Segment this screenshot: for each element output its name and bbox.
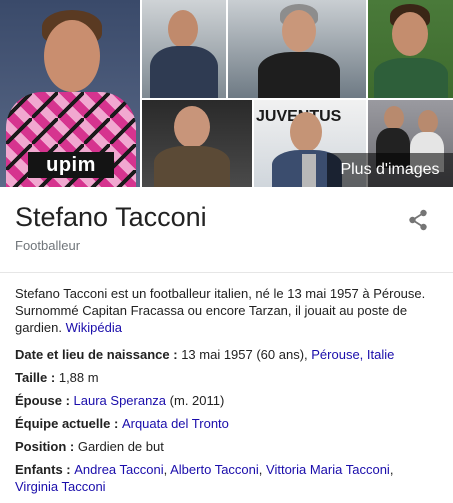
fact-value: (m. 2011) [166,393,225,408]
fact-team: Équipe actuelle : Arquata del Tronto [15,416,229,431]
face [384,106,404,130]
face [174,106,210,148]
torso [374,58,448,98]
child-link[interactable]: Virginia Tacconi [15,479,106,494]
image-thumbnail-2[interactable] [228,0,366,98]
child-link[interactable]: Andrea Tacconi [74,462,163,477]
torso [154,146,230,187]
face [418,110,438,134]
wikipedia-link[interactable]: Wikipédia [66,320,122,335]
knowledge-panel: upim JUVENTUS [0,0,453,503]
main-image[interactable]: upim [0,0,140,187]
torso [150,46,218,98]
fact-label: Équipe actuelle [15,416,111,431]
torso [258,52,340,98]
fact-label: Date et lieu de naissance [15,347,170,362]
divider [0,272,453,273]
image-grid: upim JUVENTUS [0,0,453,187]
child-link[interactable]: Vittoria Maria Tacconi [266,462,390,477]
fact-spouse: Épouse : Laura Speranza (m. 2011) [15,393,225,408]
face [290,112,322,152]
fact-position: Position : Gardien de but [15,439,164,454]
description: Stefano Tacconi est un footballeur itali… [15,285,440,336]
entity-title: Stefano Tacconi [15,202,207,232]
more-images-button[interactable]: Plus d'images [327,153,453,187]
fact-label: Épouse [15,393,62,408]
fact-value: 13 mai 1957 (60 ans), [181,347,312,362]
image-thumbnail-1[interactable] [142,0,226,98]
team-link[interactable]: Arquata del Tronto [122,416,229,431]
fact-value: Gardien de but [77,439,164,454]
image-thumbnail-3[interactable] [368,0,453,98]
spouse-link[interactable]: Laura Speranza [74,393,167,408]
scarf [302,154,316,187]
face [282,10,316,52]
birthplace-link[interactable]: Pérouse, Italie [311,347,394,362]
face [392,12,428,56]
fact-label: Position [15,439,67,454]
jersey-sponsor: upim [28,152,114,178]
fact-label: Enfants [15,462,63,477]
fact-birth: Date et lieu de naissance : 13 mai 1957 … [15,347,395,362]
fact-height: Taille : 1,88 m [15,370,99,385]
fact-children: Enfants : Andrea Tacconi, Alberto Taccon… [15,462,394,494]
share-button[interactable] [404,206,432,234]
fact-label: Taille [15,370,48,385]
image-thumbnail-4[interactable] [142,100,252,187]
face [44,20,100,92]
face [168,10,198,48]
entity-subtitle: Footballeur [15,238,81,253]
share-icon [409,209,427,231]
child-link[interactable]: Alberto Tacconi [170,462,259,477]
fact-value: 1,88 m [58,370,99,385]
